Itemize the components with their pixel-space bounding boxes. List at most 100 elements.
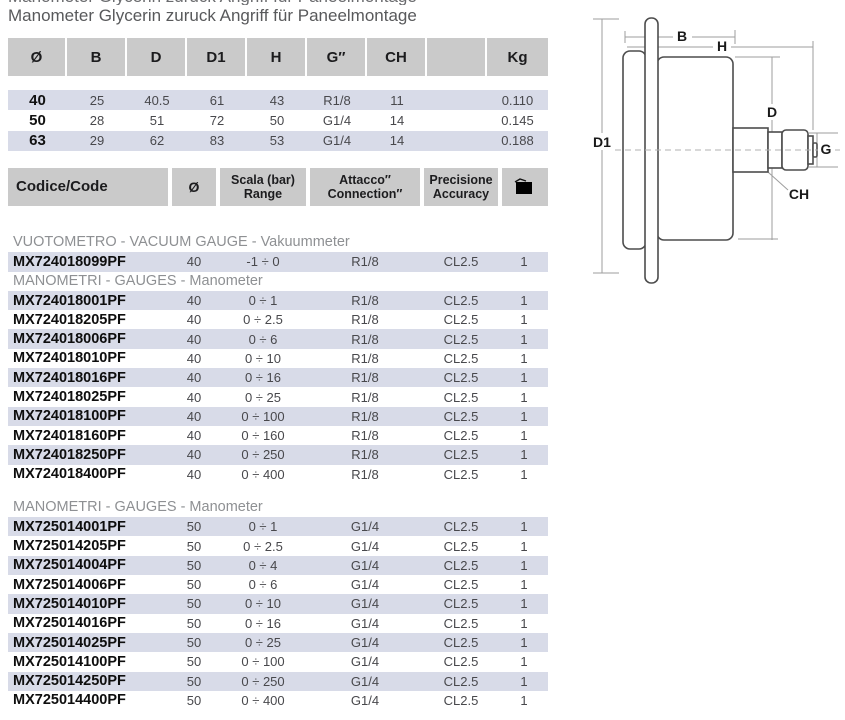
- table-cell: 40.5: [127, 93, 187, 108]
- cell-qty: 1: [500, 616, 548, 631]
- col-header-range-line2: Range: [244, 187, 282, 201]
- table-cell: 51: [127, 113, 187, 128]
- cell-code: MX724018100PF: [8, 408, 170, 424]
- cell-code: MX724018205PF: [8, 312, 170, 328]
- cell-diameter: 40: [170, 428, 218, 443]
- col-header-code: Codice/Code: [8, 168, 168, 206]
- dim-label-b: B: [677, 28, 687, 44]
- cell-qty: 1: [500, 674, 548, 689]
- dims-col-header: D: [127, 38, 185, 76]
- cell-range: 0 ÷ 2.5: [218, 539, 308, 554]
- cell-range: 0 ÷ 10: [218, 596, 308, 611]
- cell-diameter: 40: [170, 351, 218, 366]
- cell-code: MX725014100PF: [8, 654, 170, 670]
- table-row: MX724018001PF400 ÷ 1R1/8CL2.51: [8, 291, 548, 310]
- cell-accuracy: CL2.5: [422, 447, 500, 462]
- cell-qty: 1: [500, 693, 548, 708]
- table-cell: 14: [367, 113, 427, 128]
- cell-accuracy: CL2.5: [422, 519, 500, 534]
- cell-qty: 1: [500, 654, 548, 669]
- cell-range: 0 ÷ 6: [218, 332, 308, 347]
- table-row: MX724018205PF400 ÷ 2.5R1/8CL2.51: [8, 310, 548, 329]
- table-cell: 83: [187, 133, 247, 148]
- table-row: MX725014025PF500 ÷ 25G1/4CL2.51: [8, 633, 548, 652]
- col-header-connection: Attacco″ Connection″: [310, 168, 420, 206]
- cell-connection: G1/4: [308, 616, 422, 631]
- cell-range: 0 ÷ 6: [218, 577, 308, 592]
- table-row: MX725014006PF500 ÷ 6G1/4CL2.51: [8, 575, 548, 594]
- cell-code: MX724018001PF: [8, 293, 170, 309]
- cell-accuracy: CL2.5: [422, 674, 500, 689]
- cell-qty: 1: [500, 390, 548, 405]
- cell-code: MX724018006PF: [8, 331, 170, 347]
- cell-accuracy: CL2.5: [422, 558, 500, 573]
- table-row: MX724018160PF400 ÷ 160R1/8CL2.51: [8, 426, 548, 445]
- table-row: MX724018016PF400 ÷ 16R1/8CL2.51: [8, 368, 548, 387]
- table-row: MX725014004PF500 ÷ 4G1/4CL2.51: [8, 556, 548, 575]
- cell-accuracy: CL2.5: [422, 635, 500, 650]
- cell-accuracy: CL2.5: [422, 539, 500, 554]
- cell-diameter: 50: [170, 693, 218, 708]
- cell-diameter: 40: [170, 409, 218, 424]
- cell-diameter: 40: [170, 390, 218, 405]
- cell-connection: G1/4: [308, 674, 422, 689]
- table-row: MX725014010PF500 ÷ 10G1/4CL2.51: [8, 594, 548, 613]
- cell-range: 0 ÷ 160: [218, 428, 308, 443]
- cell-qty: 1: [500, 539, 548, 554]
- cell-diameter: 40: [170, 293, 218, 308]
- cell-diameter: 40: [170, 447, 218, 462]
- package-icon: [513, 178, 537, 196]
- cell-connection: G1/4: [308, 519, 422, 534]
- cell-qty: 1: [500, 428, 548, 443]
- cell-connection: R1/8: [308, 428, 422, 443]
- dims-col-header: B: [67, 38, 125, 76]
- table-cell: 43: [247, 93, 307, 108]
- table-row: 5028517250G1/4140.145: [8, 110, 548, 130]
- cell-connection: G1/4: [308, 693, 422, 708]
- cell-diameter: 50: [170, 654, 218, 669]
- table-cell: 62: [127, 133, 187, 148]
- dimensions-table-rows: 402540.56143R1/8110.1105028517250G1/4140…: [8, 90, 548, 151]
- table-row: MX724018010PF400 ÷ 10R1/8CL2.51: [8, 349, 548, 368]
- dims-col-header: H: [247, 38, 305, 76]
- table-row: MX725014205PF500 ÷ 2.5G1/4CL2.51: [8, 536, 548, 555]
- table-cell: R1/8: [307, 93, 367, 108]
- cell-range: -1 ÷ 0: [218, 254, 308, 269]
- cell-qty: 1: [500, 596, 548, 611]
- cell-accuracy: CL2.5: [422, 616, 500, 631]
- cell-range: 0 ÷ 25: [218, 390, 308, 405]
- table-cell: 72: [187, 113, 247, 128]
- cell-code: MX725014250PF: [8, 673, 170, 689]
- cell-code: MX725014010PF: [8, 596, 170, 612]
- cell-qty: 1: [500, 293, 548, 308]
- cell-qty: 1: [500, 351, 548, 366]
- table-cell: G1/4: [307, 133, 367, 148]
- section-title: VUOTOMETRO - VACUUM GAUGE - Vakuummeter: [8, 233, 548, 252]
- cell-connection: R1/8: [308, 370, 422, 385]
- cell-connection: G1/4: [308, 558, 422, 573]
- cell-diameter: 50: [170, 596, 218, 611]
- cell-connection: R1/8: [308, 351, 422, 366]
- dim-label-g: G: [821, 141, 832, 157]
- cell-range: 0 ÷ 100: [218, 409, 308, 424]
- cell-connection: R1/8: [308, 312, 422, 327]
- dims-col-header: Kg: [487, 38, 548, 76]
- col-header-accuracy-line2: Accuracy: [433, 187, 489, 201]
- cell-qty: 1: [500, 254, 548, 269]
- cell-connection: G1/4: [308, 654, 422, 669]
- col-header-range-line1: Scala (bar): [231, 173, 295, 187]
- cell-accuracy: CL2.5: [422, 332, 500, 347]
- cell-connection: G1/4: [308, 635, 422, 650]
- cell-qty: 1: [500, 558, 548, 573]
- cell-accuracy: CL2.5: [422, 693, 500, 708]
- cell-code: MX725014205PF: [8, 538, 170, 554]
- cell-code: MX724018099PF: [8, 254, 170, 270]
- cell-diameter: 50: [170, 539, 218, 554]
- dims-col-header: G″: [307, 38, 365, 76]
- cell-qty: 1: [500, 577, 548, 592]
- cell-code: MX725014004PF: [8, 557, 170, 573]
- dims-col-header: CH: [367, 38, 425, 76]
- col-header-accuracy: Precisione Accuracy: [424, 168, 498, 206]
- table-row: MX724018400PF400 ÷ 400R1/8CL2.51: [8, 465, 548, 484]
- cell-qty: 1: [500, 635, 548, 650]
